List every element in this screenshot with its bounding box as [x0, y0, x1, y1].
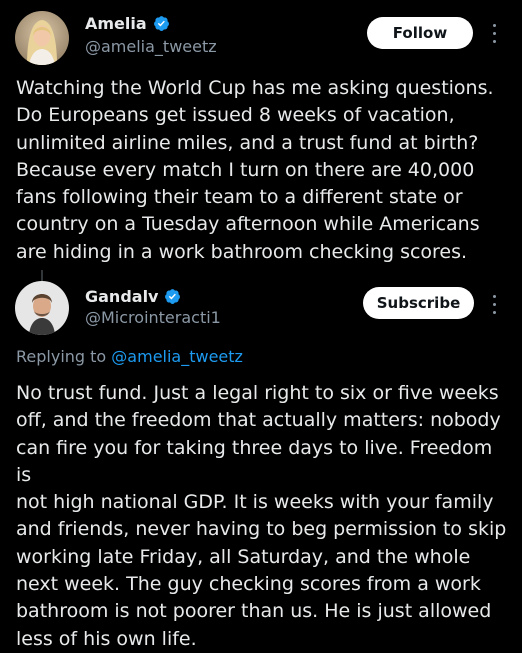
- gandalv-name-row: Gandalv: [85, 287, 181, 306]
- subscribe-button[interactable]: Subscribe: [363, 287, 474, 319]
- verified-badge-icon: [153, 16, 169, 31]
- amelia-display-name[interactable]: Amelia: [85, 14, 147, 33]
- more-dot: [492, 302, 496, 306]
- original-tweet: Amelia @amelia_tweetz Follow Watching th…: [0, 0, 522, 270]
- reply-tweet-text: No trust fund. Just a legal right to six…: [16, 382, 507, 650]
- gandalv-display-name[interactable]: Gandalv: [85, 287, 158, 306]
- verified-badge-icon: [165, 289, 181, 304]
- more-dot: [492, 39, 496, 43]
- more-dot: [492, 31, 496, 35]
- gandalv-avatar[interactable]: [15, 281, 69, 335]
- more-options-icon[interactable]: [489, 292, 499, 316]
- more-options-icon[interactable]: [489, 21, 499, 45]
- more-dot: [492, 310, 496, 314]
- gandalv-avatar-image: [15, 281, 69, 335]
- amelia-name-row: Amelia: [85, 14, 170, 33]
- amelia-avatar[interactable]: [15, 11, 69, 65]
- more-dot: [492, 23, 496, 27]
- original-tweet-text: Watching the World Cup has me asking que…: [16, 77, 494, 263]
- replying-prefix: Replying to: [16, 347, 112, 366]
- replying-handle-link[interactable]: @amelia_tweetz: [111, 347, 243, 366]
- more-dot: [492, 294, 496, 298]
- amelia-handle[interactable]: @amelia_tweetz: [85, 37, 217, 56]
- follow-button[interactable]: Follow: [367, 17, 473, 49]
- replying-to-line: Replying to @amelia_tweetz: [16, 347, 243, 366]
- amelia-avatar-image: [15, 11, 69, 65]
- gandalv-handle[interactable]: @Microinteracti1: [85, 308, 221, 327]
